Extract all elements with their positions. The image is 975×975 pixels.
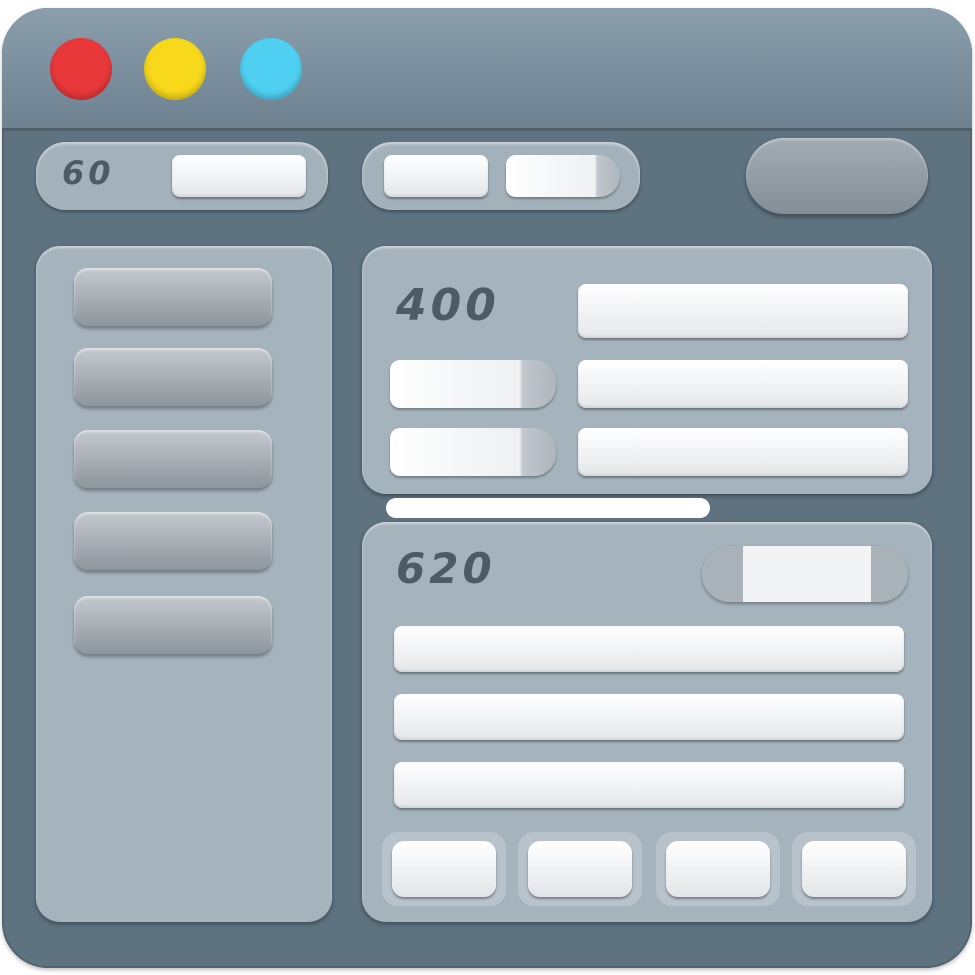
app-window: 60 400 620: [2, 8, 972, 968]
bottom-panel-action-3[interactable]: [666, 841, 770, 897]
bottom-panel-action-4[interactable]: [802, 841, 906, 897]
panel-divider: [386, 498, 710, 518]
top-panel-field-2[interactable]: [578, 360, 908, 408]
bottom-panel-row-1[interactable]: [394, 626, 904, 672]
bottom-panel-action-wrap-3: [656, 832, 780, 906]
toolbar-input[interactable]: [172, 155, 306, 197]
bottom-panel-action-1[interactable]: [392, 841, 496, 897]
bottom-panel-action-2[interactable]: [528, 841, 632, 897]
top-panel: 400: [362, 246, 932, 494]
bottom-panel-label: 620: [396, 544, 496, 593]
minimize-button[interactable]: [144, 38, 206, 100]
top-panel-label: 400: [396, 280, 500, 331]
sidebar-item-2[interactable]: [74, 348, 272, 406]
bottom-panel-row-3[interactable]: [394, 762, 904, 808]
bottom-panel-action-wrap-1: [382, 832, 506, 906]
top-panel-tag-2[interactable]: [390, 428, 556, 476]
toolbar-segment-1[interactable]: [384, 155, 488, 197]
sidebar-item-5[interactable]: [74, 596, 272, 654]
bottom-panel-action-wrap-2: [518, 832, 642, 906]
sidebar-item-1[interactable]: [74, 268, 272, 326]
sidebar-item-3[interactable]: [74, 430, 272, 488]
close-button[interactable]: [50, 38, 112, 100]
toolbar-segment-2[interactable]: [506, 155, 620, 197]
sidebar-item-4[interactable]: [74, 512, 272, 570]
bottom-panel: 620: [362, 522, 932, 922]
bottom-panel-action-wrap-4: [792, 832, 916, 906]
top-panel-tag-1[interactable]: [390, 360, 556, 408]
title-bar: [2, 8, 972, 131]
bottom-panel-row-2[interactable]: [394, 694, 904, 740]
top-panel-field-3[interactable]: [578, 428, 908, 476]
bottom-panel-toggle[interactable]: [702, 546, 908, 602]
toolbar-group-left: 60: [36, 142, 328, 210]
top-panel-field-1[interactable]: [578, 284, 908, 338]
maximize-button[interactable]: [240, 38, 302, 100]
toolbar-group-middle: [362, 142, 640, 210]
toolbar-action-button[interactable]: [746, 138, 928, 214]
toolbar-group-label: 60: [62, 154, 115, 192]
sidebar: [36, 246, 332, 922]
